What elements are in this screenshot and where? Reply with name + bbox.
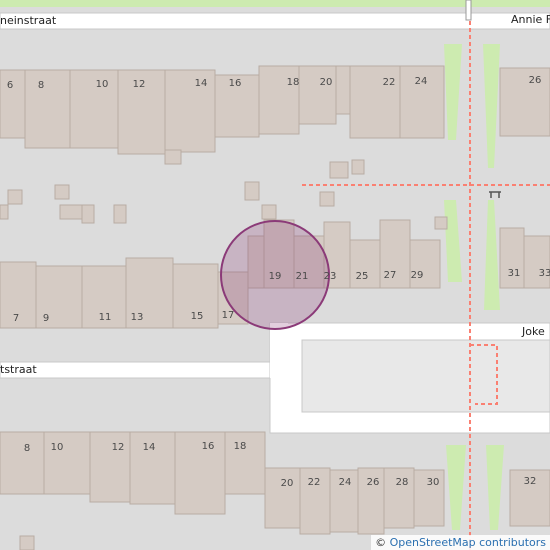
house-number: 26 — [367, 477, 380, 488]
street-label: neinstraat — [0, 14, 57, 27]
house-number: 32 — [524, 476, 537, 487]
house-number: 29 — [411, 270, 424, 281]
street-label: tstraat — [0, 363, 37, 376]
gate-icon — [489, 191, 501, 198]
house-number: 24 — [339, 477, 352, 488]
house-number: 14 — [195, 78, 208, 89]
house-number: 15 — [191, 311, 204, 322]
attribution: © OpenStreetMap contributors — [371, 535, 550, 550]
house-number: 13 — [131, 312, 144, 323]
house-number: 24 — [415, 76, 428, 87]
house-number: 8 — [24, 443, 30, 454]
house-number: 25 — [356, 271, 369, 282]
house-number: 20 — [320, 77, 333, 88]
green-strip — [483, 44, 500, 168]
copyright-symbol: © — [375, 536, 387, 549]
house-number: 19 — [269, 271, 282, 282]
gate-marker — [465, 0, 472, 21]
house-number: 31 — [508, 268, 521, 279]
house-number: 12 — [133, 79, 146, 90]
house-number: 22 — [308, 477, 321, 488]
house-number: 23 — [324, 271, 337, 282]
map-view[interactable]: 6 8 10 12 14 16 18 20 22 24 26 7 9 11 13… — [0, 0, 550, 550]
house-number: 30 — [427, 477, 440, 488]
house-number: 9 — [43, 313, 49, 324]
house-number: 7 — [13, 313, 19, 324]
green-strip — [486, 445, 504, 530]
house-number: 14 — [143, 442, 156, 453]
house-number: 10 — [51, 442, 64, 453]
house-number: 8 — [38, 80, 44, 91]
buildings-row-3 — [0, 431, 550, 550]
road-inner-block — [301, 339, 550, 413]
house-number: 28 — [396, 477, 409, 488]
street-label: Joke — [522, 325, 545, 338]
house-number: 20 — [281, 478, 294, 489]
house-number: 10 — [96, 79, 109, 90]
house-number: 26 — [529, 75, 542, 86]
house-number: 16 — [202, 441, 215, 452]
green-strip — [444, 200, 462, 282]
green-strip — [484, 200, 500, 310]
map-canvas: 6 8 10 12 14 16 18 20 22 24 26 7 9 11 13… — [0, 0, 550, 550]
house-number: 18 — [287, 77, 300, 88]
green-strip — [446, 445, 466, 530]
attribution-link[interactable]: OpenStreetMap contributors — [390, 536, 546, 549]
house-number: 27 — [384, 270, 397, 281]
buildings-row-1 — [0, 65, 550, 230]
road-connector — [270, 323, 288, 378]
house-number: 12 — [112, 442, 125, 453]
house-number: 22 — [383, 77, 396, 88]
house-number: 33 — [539, 268, 550, 279]
house-number: 18 — [234, 441, 247, 452]
street-label: Annie F — [511, 13, 550, 26]
green-strip — [444, 44, 462, 140]
house-number: 21 — [296, 271, 309, 282]
house-number: 6 — [7, 80, 13, 91]
house-number: 17 — [222, 310, 235, 321]
house-number: 16 — [229, 78, 242, 89]
house-number: 11 — [99, 312, 112, 323]
road-middle-left — [0, 361, 291, 379]
